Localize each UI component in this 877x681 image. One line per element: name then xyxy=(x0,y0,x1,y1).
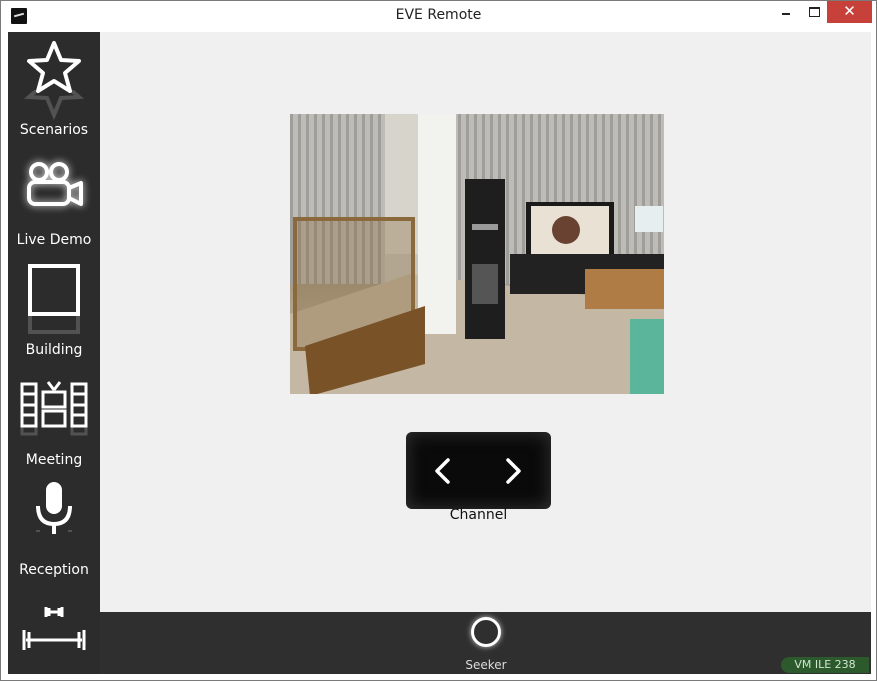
tv-grid-icon xyxy=(8,368,100,428)
seeker-label: Seeker xyxy=(465,658,507,672)
minimize-button[interactable] xyxy=(772,1,800,23)
camera-icon-reflection xyxy=(8,200,100,230)
sidebar-item-live-demo[interactable]: Live Demo xyxy=(8,142,100,252)
bottom-bar: Seeker VM ILE 238 xyxy=(100,612,871,674)
main-content: Channel xyxy=(100,32,871,612)
sidebar-item-scenarios[interactable]: Scenarios xyxy=(8,32,100,142)
window-title: EVE Remote xyxy=(395,7,482,23)
sidebar-item-label: Meeting xyxy=(25,452,83,468)
seeker-button[interactable]: Seeker xyxy=(460,615,512,673)
channel-label: Channel xyxy=(449,507,508,523)
sidebar-item-label: Reception xyxy=(19,562,89,578)
chevron-left-icon[interactable] xyxy=(426,454,460,488)
maximize-button[interactable] xyxy=(800,1,828,23)
sidebar-item-reception[interactable]: Reception xyxy=(8,472,100,582)
title-bar: EVE Remote ✕ xyxy=(1,1,876,31)
sidebar: Scenarios Live Demo Building Meeting Rec… xyxy=(8,32,100,674)
status-badge: VM ILE 238 xyxy=(781,657,869,673)
ring-icon xyxy=(471,617,501,647)
square-icon xyxy=(8,258,100,318)
sidebar-item-building[interactable]: Building xyxy=(8,252,100,362)
tv-grid-icon-reflection xyxy=(8,420,100,450)
sidebar-item-meeting[interactable]: Meeting xyxy=(8,362,100,472)
chevron-right-icon[interactable] xyxy=(496,454,530,488)
dumbbell-icon xyxy=(8,598,100,658)
camera-icon xyxy=(8,148,100,208)
sidebar-item-label: Building xyxy=(25,342,83,358)
sidebar-item-fitness[interactable] xyxy=(8,594,100,674)
close-button[interactable]: ✕ xyxy=(827,1,872,23)
sidebar-item-label: Scenarios xyxy=(19,122,89,138)
live-camera-feed xyxy=(290,114,664,394)
microphone-icon xyxy=(8,478,100,538)
app-window: EVE Remote ✕ Scenarios Live Demo Buildin… xyxy=(0,0,877,681)
star-icon xyxy=(8,38,100,98)
microphone-icon-reflection xyxy=(8,530,100,560)
sidebar-item-label: Live Demo xyxy=(16,232,92,248)
square-icon-reflection xyxy=(8,310,100,340)
star-icon-reflection xyxy=(8,90,100,120)
channel-control xyxy=(406,432,551,509)
